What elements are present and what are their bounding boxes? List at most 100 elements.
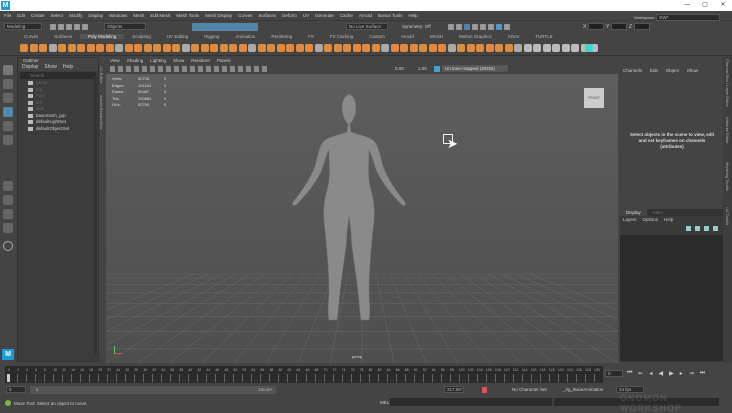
x-field[interactable] xyxy=(588,23,604,30)
gamma-field[interactable]: 1.00 xyxy=(418,66,427,71)
live-surface-field[interactable]: No Live Surface xyxy=(346,23,388,30)
shelf-tool-icon[interactable] xyxy=(276,44,285,52)
outliner-scrollbar[interactable] xyxy=(94,76,97,356)
shelf-tool-icon[interactable] xyxy=(324,44,332,52)
shelf-tool-icon[interactable] xyxy=(428,44,437,52)
shelf-tool-icon[interactable] xyxy=(314,44,323,52)
shelf-tab-sculpting[interactable]: Sculpting xyxy=(124,34,159,39)
shelf-tool-icon[interactable] xyxy=(504,44,513,52)
layer-tab-display[interactable]: Display xyxy=(620,209,647,216)
step-back-key-icon[interactable]: ⇤ xyxy=(638,370,643,377)
shelf-tab-fx-caching[interactable]: FX Caching xyxy=(322,34,362,39)
maximize-button[interactable]: ▢ xyxy=(698,0,712,11)
shelf-tab-rendering[interactable]: Rendering xyxy=(263,34,300,39)
shelf-tool-icon[interactable] xyxy=(219,44,228,52)
shelf-tool-icon[interactable] xyxy=(96,44,104,52)
mode-dropdown[interactable]: Modeling xyxy=(4,23,42,30)
right-tab[interactable]: Channel Box / Layer Editor xyxy=(725,59,730,107)
shelf-tool-icon[interactable] xyxy=(409,44,418,52)
shelf-tool-icon[interactable] xyxy=(143,44,152,52)
channel-menu-channels[interactable]: Channels xyxy=(623,68,642,73)
shelf-tab-curves[interactable]: Curves xyxy=(16,34,46,39)
shelf-tool-icon[interactable] xyxy=(485,44,494,52)
shelf-tool-icon[interactable] xyxy=(438,44,446,52)
shelf-tool-icon[interactable] xyxy=(172,44,180,52)
single-view-icon[interactable] xyxy=(3,181,13,191)
shelf-tab-xgen[interactable]: XGen xyxy=(500,34,528,39)
menu-mesh-tools[interactable]: Mesh Tools xyxy=(176,13,199,18)
shelf-tool-icon[interactable] xyxy=(191,44,199,52)
range-bar[interactable]: 0 130.20* xyxy=(30,386,276,394)
shelf-tab-fx[interactable]: FX xyxy=(300,34,322,39)
viewport-menu-shading[interactable]: Shading xyxy=(127,57,144,65)
menu-curves[interactable]: Curves xyxy=(238,13,252,18)
layer-menu-help[interactable]: Help xyxy=(664,216,673,223)
shelf-tool-icon[interactable] xyxy=(305,44,313,52)
shelf-tool-icon[interactable] xyxy=(371,44,380,52)
menu-generate[interactable]: Generate xyxy=(315,13,334,18)
shelf-tool-icon[interactable] xyxy=(523,44,532,52)
step-forward-icon[interactable]: ▸ xyxy=(680,370,683,377)
close-button[interactable]: ✕ xyxy=(716,0,730,11)
right-tab[interactable]: UV Toolkit xyxy=(725,207,730,225)
outliner-menu-show[interactable]: Show xyxy=(44,64,57,71)
shelf-tab-arnold[interactable]: Arnold xyxy=(393,34,422,39)
layout-outliner-icon[interactable] xyxy=(3,223,13,233)
menu-mesh[interactable]: Mesh xyxy=(133,13,144,18)
shelf-tool-icon[interactable] xyxy=(134,44,142,52)
scale-tool-icon[interactable] xyxy=(3,135,13,145)
right-tab[interactable]: Attribute Editor xyxy=(725,117,730,143)
shelf-tool-icon[interactable] xyxy=(29,44,38,52)
viewport-menu-renderer[interactable]: Renderer xyxy=(191,57,210,65)
current-frame-field[interactable]: 0 xyxy=(605,370,623,377)
shelf-tab-rigging[interactable]: Rigging xyxy=(196,34,227,39)
y-field[interactable] xyxy=(611,23,627,30)
channel-menu-object[interactable]: Object xyxy=(666,68,679,73)
menu-create[interactable]: Create xyxy=(31,13,45,18)
current-time-marker[interactable] xyxy=(7,374,10,382)
z-field[interactable] xyxy=(634,23,650,30)
shelf-tool-icon[interactable] xyxy=(333,44,342,52)
menu-deform[interactable]: Deform xyxy=(282,13,297,18)
shelf-tool-icon[interactable] xyxy=(238,44,247,52)
channel-menu-show[interactable]: Show xyxy=(687,68,698,73)
menu-modify[interactable]: Modify xyxy=(69,13,82,18)
time-slider[interactable]: 0 2 4 6 8 10 12 14 16 18 20 22 24 26 28 30 32 34 36 38 40 42 4… xyxy=(5,366,603,383)
shelf-tool-icon[interactable] xyxy=(200,44,209,52)
menu-windows[interactable]: Windows xyxy=(109,13,127,18)
shelf-tool-icon[interactable] xyxy=(552,44,560,52)
start-frame-field[interactable]: 0 xyxy=(6,386,26,393)
right-tab[interactable]: Modeling Toolkit xyxy=(725,162,730,191)
shelf-tool-icon[interactable] xyxy=(419,44,427,52)
shelf-tool-icon[interactable] xyxy=(295,44,304,52)
shelf-tool-icon[interactable] xyxy=(561,44,570,52)
paint-select-icon[interactable] xyxy=(3,93,13,103)
shelf-tool-icon[interactable] xyxy=(86,44,95,52)
menu-select[interactable]: Select xyxy=(51,13,64,18)
shelf-tab-mash[interactable]: MASH xyxy=(422,34,451,39)
shelf-tab-animation[interactable]: Animation xyxy=(227,34,263,39)
minimize-button[interactable]: — xyxy=(680,0,694,11)
shelf-teal-icon[interactable] xyxy=(585,44,593,52)
shelf-tool-icon[interactable] xyxy=(514,44,522,52)
four-view-icon[interactable] xyxy=(3,195,13,205)
layer-menu-layers[interactable]: Layers xyxy=(623,216,637,223)
shelf-tab-turtle[interactable]: TURTLE xyxy=(527,34,560,39)
layout-icon[interactable] xyxy=(3,209,13,219)
shelf-tool-icon[interactable] xyxy=(77,44,85,52)
shelf-tool-icon[interactable] xyxy=(162,44,171,52)
menu-bonus-tools[interactable]: Bonus Tools xyxy=(378,13,402,18)
shelf-tool-icon[interactable] xyxy=(381,44,389,52)
shelf-tool-icon[interactable] xyxy=(248,44,256,52)
shelf-tool-icon[interactable] xyxy=(115,44,123,52)
end-frame-field[interactable]: 217.05* xyxy=(444,386,464,393)
step-forward-key-icon[interactable]: ⇥ xyxy=(689,370,694,377)
shelf-tab-uv-editing[interactable]: UV Editing xyxy=(159,34,196,39)
shelf-tab-poly-modeling[interactable]: Poly Modeling xyxy=(80,33,125,39)
arnold-renderview-tab[interactable]: Arnold RenderView xyxy=(99,95,104,129)
shelf-tool-icon[interactable] xyxy=(105,44,114,52)
shelf-tool-icon[interactable] xyxy=(352,44,361,52)
menu-edit[interactable]: Edit xyxy=(17,13,25,18)
shelf-tool-icon[interactable] xyxy=(267,44,275,52)
shelf-tool-icon[interactable] xyxy=(229,44,237,52)
